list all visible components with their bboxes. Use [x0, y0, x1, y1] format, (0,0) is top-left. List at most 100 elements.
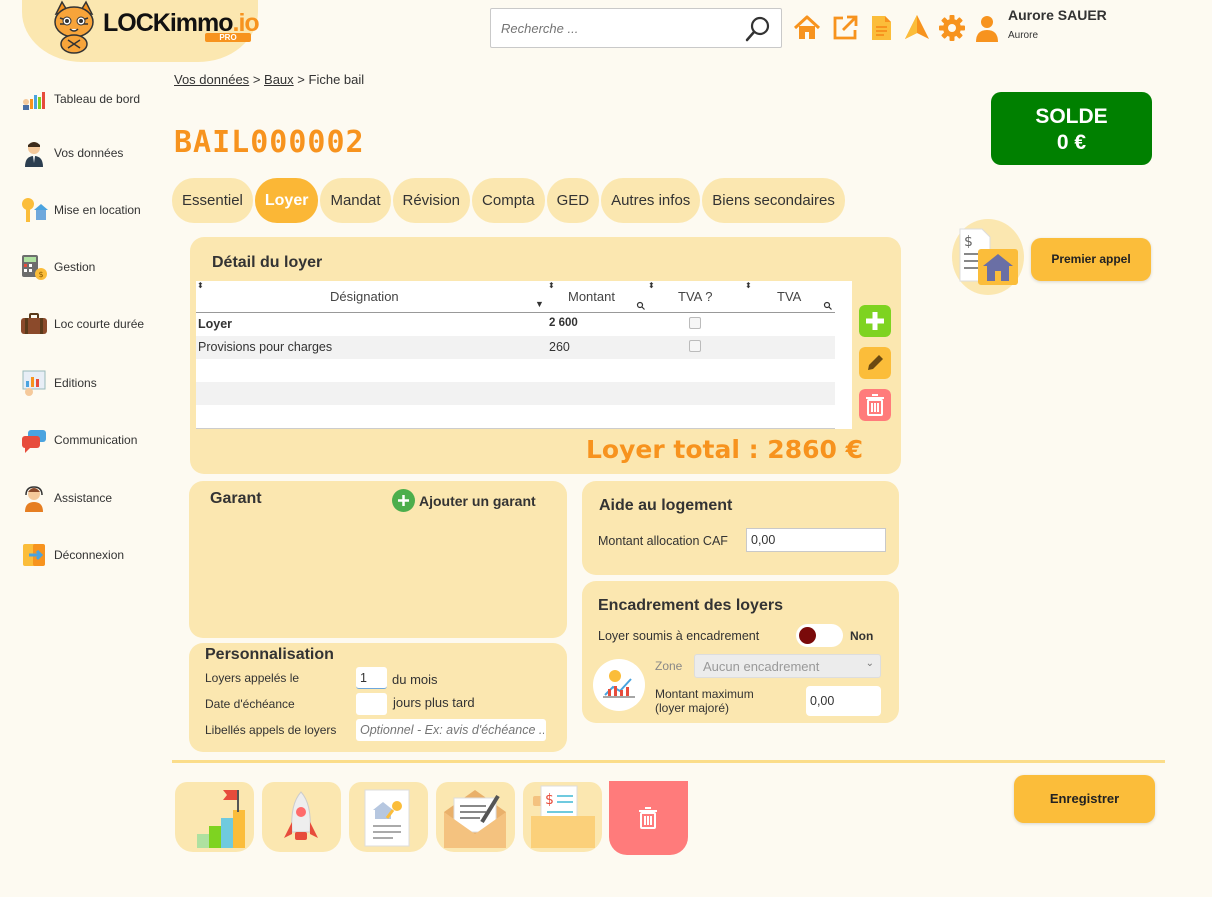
growth-chart-tile-button[interactable]	[175, 782, 254, 852]
cat-mascot-icon	[54, 0, 94, 54]
sort-arrows-icon[interactable]: ⬍	[648, 281, 655, 290]
montant-max-label: Montant maximum (loyer majoré)	[655, 687, 754, 715]
plus-circle-icon	[392, 489, 415, 512]
aide-logement-title: Aide au logement	[599, 497, 733, 514]
add-row-button[interactable]	[859, 305, 891, 337]
breadcrumb-separator: >	[252, 72, 261, 87]
tab-revision[interactable]: Révision	[392, 178, 471, 223]
sort-arrows-icon[interactable]: ⬍	[197, 281, 204, 290]
add-garant-button[interactable]: Ajouter un garant	[392, 489, 536, 512]
search-input[interactable]	[491, 9, 731, 47]
rocket-icon	[284, 791, 318, 840]
tab-compta[interactable]: Compta	[472, 178, 545, 223]
support-icon	[25, 486, 43, 512]
appel-label: Loyers appelés le	[205, 671, 300, 685]
gear-icon[interactable]	[937, 13, 967, 43]
user-name[interactable]: Aurore SAUER	[1008, 7, 1107, 23]
premier-appel-button[interactable]: Premier appel	[1031, 238, 1151, 281]
sidebar-item-label: Loc courte durée	[54, 317, 145, 331]
cell-designation: Provisions pour charges	[198, 340, 333, 354]
encadrement-toggle[interactable]	[796, 624, 843, 647]
logo-pro-badge: PRO	[205, 33, 251, 42]
tab-autres-infos[interactable]: Autres infos	[601, 178, 701, 223]
home-icon[interactable]	[792, 13, 822, 43]
cell-designation: Loyer	[198, 317, 233, 331]
tva-checkbox[interactable]	[689, 317, 701, 329]
sidebar-item-label: Déconnexion	[54, 548, 125, 562]
montant-max-input[interactable]	[806, 686, 881, 716]
edit-row-button[interactable]	[859, 347, 891, 379]
column-header-tva-q[interactable]: TVA ?	[678, 289, 712, 304]
sidebar-item-label: Vos données	[54, 146, 124, 160]
echeance-days-input[interactable]	[356, 693, 387, 715]
table-row[interactable]: Loyer 2 600	[196, 313, 835, 336]
tab-loyer[interactable]: Loyer	[254, 178, 319, 223]
logout-icon	[23, 544, 45, 566]
filter-icon[interactable]: ▼	[535, 299, 544, 309]
document-icon[interactable]	[866, 13, 896, 43]
sidebar-item-loc-courte-duree[interactable]: Loc courte durée	[20, 309, 144, 339]
lease-document-tile-button[interactable]	[349, 782, 428, 852]
table-row-empty	[196, 405, 835, 428]
tab-biens-secondaires[interactable]: Biens secondaires	[702, 178, 845, 223]
chart-badge-icon	[593, 659, 645, 711]
trash-icon	[639, 807, 657, 829]
sidebar-item-gestion[interactable]: $ Gestion	[20, 252, 95, 282]
page-title: BAIL000002	[174, 125, 365, 160]
breadcrumb-link-baux[interactable]: Baux	[264, 72, 294, 87]
column-header-designation[interactable]: Désignation	[330, 289, 399, 304]
search-icon[interactable]	[745, 15, 773, 43]
sidebar-item-deconnexion[interactable]: Déconnexion	[20, 540, 124, 570]
column-search-icon[interactable]	[823, 301, 832, 310]
key-house-icon	[22, 198, 48, 222]
sidebar-item-mise-en-location[interactable]: Mise en location	[20, 195, 141, 225]
external-link-icon[interactable]	[830, 13, 860, 43]
tab-essentiel[interactable]: Essentiel	[172, 178, 253, 223]
sort-arrows-icon[interactable]: ⬍	[745, 281, 752, 290]
envelope-letter-tile-button[interactable]	[436, 782, 515, 852]
column-header-tva[interactable]: TVA	[777, 289, 801, 304]
zone-select[interactable]: Aucun encadrement ⌄	[694, 654, 881, 678]
appel-suffix: du mois	[392, 672, 438, 687]
sort-arrows-icon[interactable]: ⬍	[548, 281, 555, 290]
libelles-input[interactable]	[356, 719, 546, 741]
column-header-montant[interactable]: Montant	[568, 289, 615, 304]
column-search-icon[interactable]	[636, 301, 645, 310]
folder-invoice-tile-button[interactable]: $	[523, 782, 602, 852]
delete-row-button[interactable]	[859, 389, 891, 421]
solde-value: 0 €	[1056, 131, 1087, 154]
tab-mandat[interactable]: Mandat	[320, 178, 391, 223]
sidebar-item-label: Editions	[54, 376, 97, 390]
zone-select-value: Aucun encadrement	[703, 659, 820, 674]
sidebar-item-editions[interactable]: Editions	[20, 368, 97, 398]
suitcase-icon	[21, 313, 47, 334]
loyer-table: Désignation Montant TVA ? TVA ⬍ ⬍ ⬍ ⬍ ▼ …	[196, 281, 852, 429]
calculator-icon: $	[22, 255, 47, 280]
breadcrumb-link-vos-donnees[interactable]: Vos données	[174, 72, 249, 87]
montant-max-label-line1: Montant maximum	[655, 687, 754, 701]
sidebar-item-assistance[interactable]: Assistance	[20, 483, 112, 513]
user-icon[interactable]	[972, 13, 1002, 43]
delete-lease-button[interactable]	[609, 781, 688, 855]
report-icon	[22, 370, 46, 396]
save-button[interactable]: Enregistrer	[1014, 775, 1155, 823]
tab-ged[interactable]: GED	[546, 178, 600, 223]
paper-plane-icon[interactable]	[902, 13, 932, 43]
tva-checkbox[interactable]	[689, 340, 701, 352]
zone-label: Zone	[655, 659, 683, 673]
lease-document-icon	[364, 789, 410, 847]
sidebar-item-communication[interactable]: Communication	[20, 425, 137, 455]
appel-day-input[interactable]	[356, 667, 387, 689]
bottom-separator	[172, 760, 1165, 763]
sidebar-item-label: Tableau de bord	[54, 92, 141, 106]
sidebar-item-vos-donnees[interactable]: Vos données	[20, 138, 123, 168]
caf-amount-input[interactable]	[746, 528, 886, 552]
sidebar-item-tableau-de-bord[interactable]: Tableau de bord	[20, 84, 140, 114]
cell-montant: 2 600	[549, 317, 578, 329]
encadrement-toggle-state: Non	[850, 629, 874, 643]
search-box	[490, 8, 782, 48]
table-row[interactable]: Provisions pour charges 260	[196, 336, 835, 359]
montant-max-label-line2: (loyer majoré)	[655, 701, 730, 715]
cell-montant: 260	[549, 340, 570, 354]
rocket-tile-button[interactable]	[262, 782, 341, 852]
